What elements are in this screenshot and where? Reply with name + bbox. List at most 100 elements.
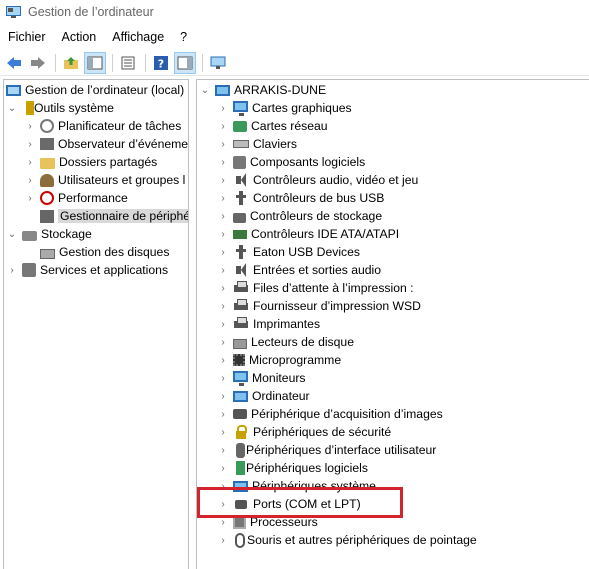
device-category[interactable]: › Composants logiciels (217, 153, 365, 171)
chevron-right-icon[interactable]: › (217, 225, 229, 243)
chevron-right-icon[interactable]: › (24, 153, 36, 171)
chevron-right-icon[interactable]: › (217, 531, 229, 549)
device-category-label: Périphériques d’interface utilisateur (246, 443, 437, 457)
menu-help[interactable]: ? (172, 30, 195, 44)
device-category[interactable]: › Contrôleurs de bus USB (217, 189, 384, 207)
chevron-right-icon[interactable]: › (217, 405, 229, 423)
device-category-label: Files d’attente à l’impression : (253, 281, 414, 295)
tree-item-services-apps[interactable]: › Services et applications (6, 261, 168, 279)
device-category-label: Microprogramme (249, 353, 342, 367)
hid-icon (236, 442, 245, 458)
services-icon (22, 263, 36, 277)
chevron-right-icon[interactable]: › (217, 459, 229, 477)
device-category[interactable]: › Microprogramme (217, 351, 341, 369)
chevron-right-icon[interactable]: › (217, 297, 229, 315)
tree-item-task-scheduler[interactable]: › Planificateur de tâches (24, 117, 181, 135)
chevron-down-icon[interactable]: ⌄ (199, 81, 211, 99)
chevron-right-icon[interactable]: › (24, 135, 36, 153)
tree-item-label: Observateur d’événeme (58, 137, 189, 151)
device-category[interactable]: › Fournisseur d’impression WSD (217, 297, 421, 315)
device-category-label: Composants logiciels (250, 155, 366, 169)
menu-fichier[interactable]: Fichier (0, 30, 54, 44)
chevron-right-icon[interactable]: › (217, 171, 229, 189)
toolbar-separator (145, 53, 146, 72)
chevron-right-icon[interactable]: › (217, 117, 229, 135)
tree-item-performance[interactable]: › Performance (24, 189, 128, 207)
device-category-label: Cartes réseau (251, 119, 328, 133)
performance-icon (40, 191, 54, 205)
chevron-right-icon[interactable]: › (217, 135, 229, 153)
speaker-icon (233, 172, 249, 188)
tree-item-disk-management[interactable]: Gestion des disques (24, 243, 169, 261)
device-category[interactable]: › Contrôleurs audio, vidéo et jeu (217, 171, 418, 189)
menu-affichage[interactable]: Affichage (104, 30, 172, 44)
console-tree-icon (87, 56, 103, 69)
tree-item-storage[interactable]: ⌄ Stockage (6, 225, 92, 243)
device-category[interactable]: › Périphériques de sécurité (217, 423, 391, 441)
computer-icon (215, 84, 230, 96)
chevron-right-icon[interactable]: › (24, 171, 36, 189)
chevron-right-icon[interactable]: › (217, 369, 229, 387)
properties-button[interactable] (117, 52, 139, 74)
chevron-right-icon[interactable]: › (24, 117, 36, 135)
tree-item-root[interactable]: Gestion de l’ordinateur (local) (6, 81, 184, 99)
menu-action[interactable]: Action (54, 30, 105, 44)
show-action-pane-button[interactable] (174, 51, 196, 74)
chevron-right-icon[interactable]: › (217, 261, 229, 279)
device-category-label: Ordinateur (252, 389, 310, 403)
device-category[interactable]: › Claviers (217, 135, 297, 153)
device-category[interactable]: › Périphérique d’acquisition d’images (217, 405, 443, 423)
chevron-down-icon[interactable]: ⌄ (6, 225, 18, 243)
tree-item-users-groups[interactable]: › Utilisateurs et groupes l (24, 171, 185, 189)
device-category[interactable]: › Périphériques d’interface utilisateur (217, 441, 436, 459)
chevron-right-icon[interactable]: › (6, 261, 18, 279)
device-category[interactable]: › Contrôleurs de stockage (217, 207, 382, 225)
device-category[interactable]: › Ordinateur (217, 387, 310, 405)
chevron-right-icon[interactable]: › (217, 441, 229, 459)
device-category[interactable]: › Moniteurs (217, 369, 306, 387)
chevron-right-icon[interactable]: › (24, 189, 36, 207)
chevron-right-icon[interactable]: › (217, 387, 229, 405)
device-category[interactable]: › Eaton USB Devices (217, 243, 360, 261)
chevron-right-icon[interactable]: › (217, 99, 229, 117)
tree-item-shared-folders[interactable]: › Dossiers partagés (24, 153, 157, 171)
device-category[interactable]: › Lecteurs de disque (217, 333, 354, 351)
chevron-right-icon[interactable]: › (217, 333, 229, 351)
device-category[interactable]: › Cartes réseau (217, 117, 328, 135)
show-hide-tree-button[interactable] (84, 51, 106, 74)
chevron-right-icon[interactable]: › (217, 351, 229, 369)
properties-icon (121, 56, 135, 69)
chevron-right-icon[interactable]: › (217, 153, 229, 171)
chevron-right-icon[interactable]: › (217, 279, 229, 297)
chevron-right-icon[interactable]: › (217, 189, 229, 207)
device-category-label: Périphérique d’acquisition d’images (251, 407, 443, 421)
device-category[interactable]: › Contrôleurs IDE ATA/ATAPI (217, 225, 399, 243)
device-category-label: Périphériques de sécurité (253, 425, 392, 439)
chevron-down-icon[interactable]: ⌄ (6, 99, 18, 117)
device-category[interactable]: › Périphériques logiciels (217, 459, 368, 477)
printer-icon (233, 316, 249, 332)
lock-icon (233, 424, 249, 440)
back-button[interactable] (3, 52, 25, 74)
mouse-icon (235, 532, 245, 548)
device-category[interactable]: › Entrées et sorties audio (217, 261, 381, 279)
tree-item-event-viewer[interactable]: › Observateur d’événeme (24, 135, 188, 153)
users-icon (40, 173, 54, 187)
scan-hardware-button[interactable] (207, 52, 229, 74)
device-tree-computer[interactable]: ⌄ ARRAKIS-DUNE (199, 81, 326, 99)
device-category[interactable]: › Souris et autres périphériques de poin… (217, 531, 477, 549)
device-category[interactable]: › Cartes graphiques (217, 99, 352, 117)
device-category[interactable]: › Files d’attente à l’impression : (217, 279, 414, 297)
chevron-right-icon[interactable]: › (217, 315, 229, 333)
device-category-label: Claviers (253, 137, 298, 151)
tree-item-system-tools[interactable]: ⌄ Outils système (6, 99, 114, 117)
up-button[interactable] (60, 52, 82, 74)
forward-button[interactable] (27, 52, 49, 74)
tree-item-device-manager[interactable]: Gestionnaire de périphé (24, 207, 188, 225)
help-button[interactable]: ? (150, 52, 172, 74)
chevron-right-icon[interactable]: › (217, 207, 229, 225)
device-category-label: Contrôleurs de bus USB (253, 191, 385, 205)
chevron-right-icon[interactable]: › (217, 423, 229, 441)
chevron-right-icon[interactable]: › (217, 243, 229, 261)
device-category[interactable]: › Imprimantes (217, 315, 320, 333)
